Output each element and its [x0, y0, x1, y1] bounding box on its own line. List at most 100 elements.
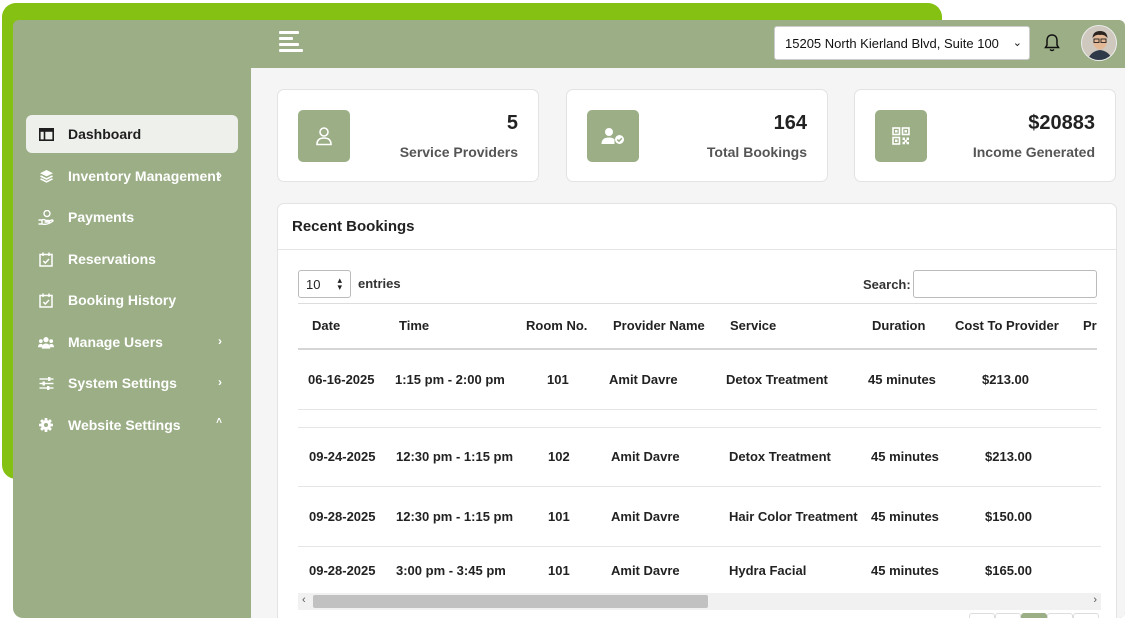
column-header-time[interactable]: Time	[399, 318, 429, 333]
sidebar-item-label: Website Settings	[68, 417, 181, 433]
cell-room: 102	[548, 449, 570, 464]
divider	[298, 348, 1097, 350]
divider	[298, 409, 1097, 410]
chevron-up-icon: ˄	[216, 416, 222, 427]
search-label: Search:	[863, 277, 911, 292]
scroll-right-icon[interactable]: ›	[1093, 594, 1097, 606]
recent-bookings-panel: Recent Bookings 10 ▴ ▾ entries Search: Da…	[277, 203, 1117, 618]
column-header-provider[interactable]: Provider Name	[613, 318, 705, 333]
sidebar-item-payments[interactable]: Payments	[26, 198, 238, 236]
sidebar-item-label: Payments	[68, 209, 135, 225]
qrcode-icon	[875, 110, 927, 162]
cell-time: 1:15 pm - 2:00 pm	[395, 372, 505, 387]
table-icon	[38, 126, 54, 142]
column-header-date[interactable]: Date	[312, 318, 340, 333]
sidebar: Dashboard Inventory Management › Payment…	[13, 68, 251, 618]
hand-dollar-icon	[38, 209, 54, 225]
cell-time: 12:30 pm - 1:15 pm	[396, 449, 514, 464]
cell-date: 09-28-2025	[309, 563, 376, 578]
stat-label: Service Providers	[399, 144, 518, 160]
search-input[interactable]	[913, 270, 1097, 298]
pagination-button[interactable]	[1047, 613, 1073, 618]
scrollbar-thumb[interactable]	[313, 595, 708, 608]
column-header-room[interactable]: Room No.	[526, 318, 587, 333]
menu-toggle-icon[interactable]	[279, 31, 305, 55]
sidebar-item-system-settings[interactable]: System Settings ›	[26, 364, 238, 402]
divider	[298, 546, 1101, 547]
cell-provider: Amit Davre	[611, 509, 680, 524]
stat-card-service-providers: 5 Service Providers	[277, 89, 539, 182]
cell-duration: 45 minutes	[871, 449, 939, 464]
cell-time: 3:00 pm - 3:45 pm	[396, 563, 506, 578]
stat-value: $20883	[1028, 112, 1095, 134]
horizontal-scrollbar[interactable]: ‹ ›	[298, 593, 1101, 610]
cell-room: 101	[548, 563, 570, 578]
location-select[interactable]: 15205 North Kierland Blvd, Suite 100 ⌄	[774, 26, 1030, 60]
sidebar-item-label: Dashboard	[68, 126, 142, 142]
sidebar-item-manage-users[interactable]: Manage Users ›	[26, 323, 238, 361]
cell-service: Detox Treatment	[726, 372, 828, 387]
cell-provider: Amit Davre	[611, 449, 680, 464]
cell-cost: $213.00	[982, 372, 1029, 387]
stat-value: 5	[506, 112, 518, 134]
pagination-button-active[interactable]	[1021, 613, 1047, 618]
sidebar-item-label: Manage Users	[68, 334, 163, 350]
column-header-cost[interactable]: Cost To Provider	[955, 318, 1059, 333]
cell-cost: $150.00	[985, 509, 1032, 524]
cell-provider: Amit Davre	[611, 563, 680, 578]
column-header-service[interactable]: Service	[730, 318, 776, 333]
calendar-check-icon	[38, 251, 54, 267]
entries-select-value: 10	[306, 277, 321, 292]
main-content: 5 Service Providers 164 Total Bookings $…	[251, 68, 1125, 618]
divider	[298, 486, 1101, 487]
sidebar-item-booking-history[interactable]: Booking History	[26, 281, 238, 319]
cell-date: 09-24-2025	[309, 449, 376, 464]
cell-service: Hydra Facial	[729, 563, 807, 578]
stat-label: Income Generated	[972, 144, 1095, 160]
user-icon	[298, 110, 350, 162]
bell-icon[interactable]	[1043, 33, 1061, 53]
pagination-button[interactable]	[969, 613, 995, 618]
scroll-left-icon[interactable]: ‹	[302, 594, 306, 606]
sidebar-item-inventory-management[interactable]: Inventory Management ›	[26, 157, 238, 195]
sidebar-item-label: Booking History	[68, 292, 177, 308]
sidebar-item-reservations[interactable]: Reservations	[26, 240, 238, 278]
entries-select[interactable]: 10 ▴ ▾	[298, 270, 351, 298]
divider	[278, 249, 1116, 250]
cell-cost: $213.00	[985, 449, 1032, 464]
column-header-duration[interactable]: Duration	[872, 318, 925, 333]
sliders-icon	[38, 375, 54, 391]
app-window: 15205 North Kierland Blvd, Suite 100 ⌄ D…	[13, 20, 1125, 618]
cell-room: 101	[547, 372, 569, 387]
cell-duration: 45 minutes	[871, 563, 939, 578]
stat-label: Total Bookings	[706, 144, 807, 160]
stat-value: 164	[773, 112, 807, 134]
cell-date: 06-16-2025	[308, 372, 375, 387]
cell-room: 101	[548, 509, 570, 524]
avatar[interactable]	[1081, 25, 1117, 61]
location-select-value: 15205 North Kierland Blvd, Suite 100	[785, 36, 999, 51]
users-icon	[38, 334, 54, 350]
cell-duration: 45 minutes	[868, 372, 936, 387]
column-header-price[interactable]: Pr	[1083, 318, 1097, 333]
sidebar-item-dashboard[interactable]: Dashboard	[26, 115, 238, 153]
entries-label: entries	[358, 276, 401, 291]
gear-icon	[38, 417, 54, 433]
chevron-down-icon: ⌄	[1012, 37, 1022, 49]
sidebar-item-label: Reservations	[68, 251, 156, 267]
pagination-button[interactable]	[1073, 613, 1099, 618]
cell-date: 09-28-2025	[309, 509, 376, 524]
stat-card-total-bookings: 164 Total Bookings	[566, 89, 828, 182]
sort-arrows-icon: ▴ ▾	[337, 275, 342, 292]
pagination-button[interactable]	[995, 613, 1021, 618]
sidebar-item-website-settings[interactable]: Website Settings ˄	[26, 406, 238, 444]
cell-provider: Amit Davre	[609, 372, 678, 387]
cell-service: Hair Color Treatment	[729, 509, 858, 524]
layers-icon	[38, 168, 54, 184]
panel-title: Recent Bookings	[292, 218, 415, 235]
top-bar: 15205 North Kierland Blvd, Suite 100 ⌄	[13, 20, 1125, 68]
cell-service: Detox Treatment	[729, 449, 831, 464]
calendar-check-icon	[38, 292, 54, 308]
chevron-right-icon: ›	[218, 334, 222, 348]
divider	[298, 427, 1101, 428]
